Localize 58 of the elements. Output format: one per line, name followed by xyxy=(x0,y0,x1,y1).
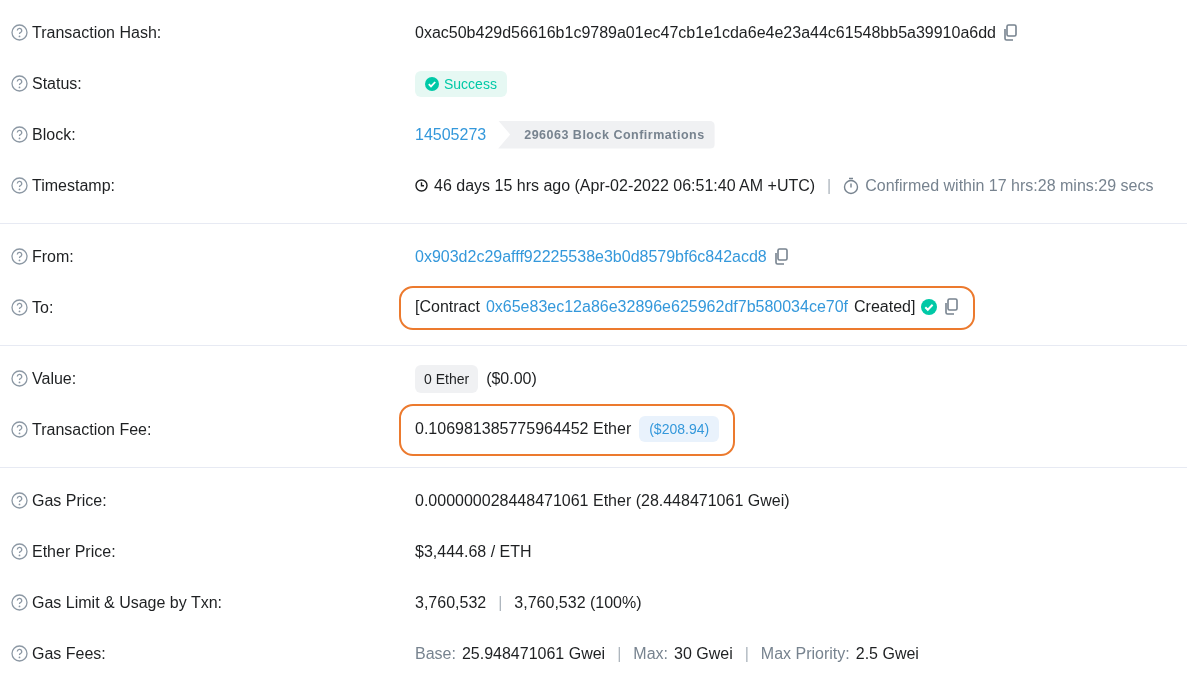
value-label: Confirmed within 17 hrs:28 mins:29 secs xyxy=(865,176,1154,195)
help-icon[interactable] xyxy=(11,126,28,143)
help-icon[interactable] xyxy=(11,645,28,662)
copy-icon[interactable] xyxy=(772,248,789,265)
value-text: 46 days 15 hrs ago (Apr-02-2022 06:51:40 AM +UTC) xyxy=(434,176,816,195)
field-label: Status: xyxy=(32,74,82,93)
separator: | xyxy=(498,593,503,612)
help-icon[interactable] xyxy=(11,492,28,509)
help-icon[interactable] xyxy=(11,299,28,316)
field-label: Ether Price: xyxy=(32,542,116,561)
field-label: Timestamp: xyxy=(32,176,115,195)
value-text: 3,760,532 xyxy=(415,593,487,612)
value-text: 0xac50b429d56616b1c9789a01ec47cb1e1cda6e4e23a44c61548bb5a39910a6dd xyxy=(415,23,996,42)
help-icon[interactable] xyxy=(11,543,28,560)
address-link[interactable]: 0x903d2c29afff92225538e3b0d8579bf6c842acd8 xyxy=(415,247,767,266)
field-label: Transaction Fee: xyxy=(32,420,152,439)
help-icon[interactable] xyxy=(11,75,28,92)
field-label: To: xyxy=(32,298,54,317)
value-text: $3,444.68 / ETH xyxy=(415,542,532,561)
field-label: Gas Fees: xyxy=(32,644,106,663)
clock-icon xyxy=(415,179,428,192)
confirmations-badge: 296063 Block Confirmations xyxy=(498,120,715,149)
timer-icon xyxy=(843,176,860,195)
field-label: Value: xyxy=(32,369,77,388)
help-icon[interactable] xyxy=(11,24,28,41)
value-text: [Contract xyxy=(415,297,480,316)
status-badge: Success xyxy=(415,70,507,97)
field-label: Gas Limit & Usage by Txn: xyxy=(32,593,222,612)
field-label: Gas Price: xyxy=(32,491,107,510)
check-icon xyxy=(921,298,938,315)
field-label: Transaction Hash: xyxy=(32,23,162,42)
amount-badge: 0 Ether xyxy=(415,364,479,393)
help-icon[interactable] xyxy=(11,248,28,265)
separator: | xyxy=(617,644,622,663)
value-label: Max Priority: xyxy=(760,644,850,663)
value-text: 0.106981385775964452 Ether xyxy=(415,419,632,438)
usd-badge: ($208.94) xyxy=(639,415,720,442)
help-icon[interactable] xyxy=(11,370,28,387)
value-label: Max: xyxy=(633,644,668,663)
copy-icon[interactable] xyxy=(1002,24,1018,41)
value-label: Base: xyxy=(415,644,456,663)
value-text: 2.5 Gwei xyxy=(855,644,919,663)
value-text: 30 Gwei xyxy=(674,644,733,663)
address-link[interactable]: 0x65e83ec12a86e32896e625962df7b580034ce70f xyxy=(485,297,849,316)
address-link[interactable]: 14505273 xyxy=(415,125,487,144)
help-icon[interactable] xyxy=(11,421,28,438)
separator: | xyxy=(827,176,832,195)
value-text: ($0.00) xyxy=(486,369,537,388)
field-label: From: xyxy=(32,247,74,266)
field-label: Block: xyxy=(32,125,76,144)
value-text: 0.000000028448471061 Ether (28.448471061 Gwei) xyxy=(415,491,790,510)
copy-icon[interactable] xyxy=(943,298,960,315)
help-icon[interactable] xyxy=(11,594,28,611)
separator: | xyxy=(744,644,749,663)
value-text: Created] xyxy=(854,297,916,316)
value-text: 25.948471061 Gwei xyxy=(461,644,606,663)
help-icon[interactable] xyxy=(11,177,28,194)
value-text: 3,760,532 (100%) xyxy=(514,593,642,612)
